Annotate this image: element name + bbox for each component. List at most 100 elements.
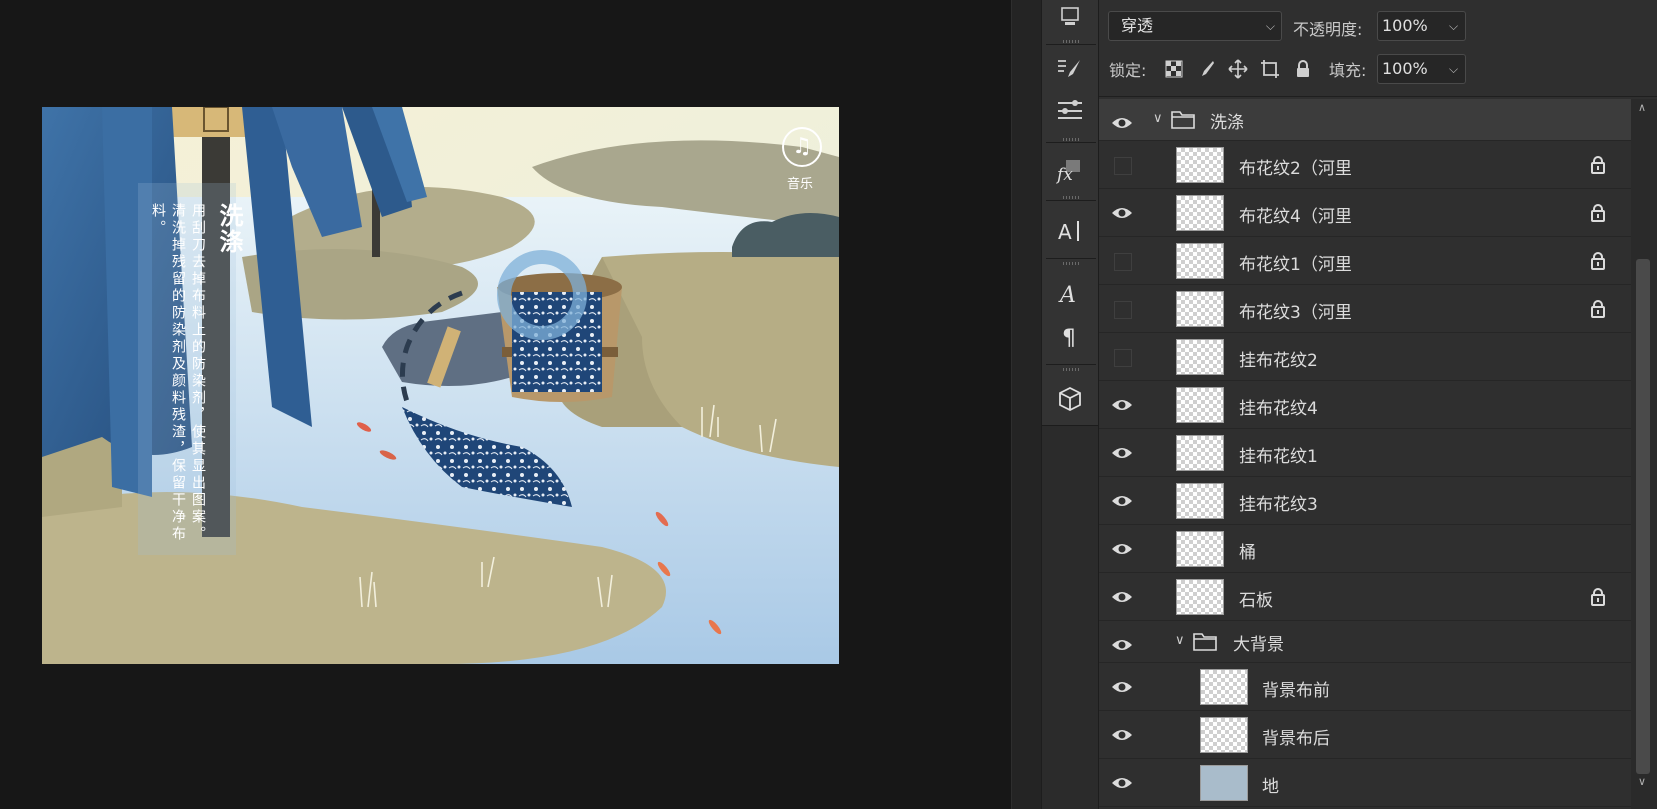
chevron-down-icon[interactable]: ∨ — [1153, 111, 1163, 126]
layer-name: 挂布花纹4 — [1239, 399, 1318, 419]
eye-icon[interactable] — [1111, 773, 1133, 793]
layer-row[interactable]: 挂布花纹3 — [1099, 477, 1631, 525]
layer-thumbnail — [1176, 339, 1224, 375]
panel-gutter — [1011, 0, 1041, 809]
layer-list[interactable]: ∨ 洗涤 布花纹2（河里 布花纹4（河里 布花纹1（河里 布花纹3（河里 挂布花… — [1099, 99, 1631, 809]
layer-row[interactable]: 挂布花纹4 — [1099, 381, 1631, 429]
layer-thumbnail — [1176, 243, 1224, 279]
layer-name: 桶 — [1239, 543, 1256, 563]
lock-artboard-icon[interactable] — [1259, 58, 1281, 80]
layer-row[interactable]: 布花纹2（河里 — [1099, 141, 1631, 189]
panel-grip[interactable] — [1063, 196, 1079, 199]
lock-icon — [1591, 204, 1605, 222]
lock-icon — [1591, 588, 1605, 606]
layer-name: 挂布花纹3 — [1239, 495, 1318, 515]
eye-icon[interactable] — [1111, 113, 1133, 133]
folder-icon — [1193, 633, 1217, 651]
layer-thumbnail — [1176, 387, 1224, 423]
opacity-input[interactable]: 100% — [1377, 11, 1443, 41]
eye-icon[interactable] — [1111, 725, 1133, 745]
layer-row[interactable]: 挂布花纹2 — [1099, 333, 1631, 381]
eye-icon[interactable] — [1111, 677, 1133, 697]
music-note-icon[interactable]: ♫ — [782, 127, 822, 167]
folder-icon — [1171, 111, 1195, 129]
layer-thumbnail — [1176, 579, 1224, 615]
artwork-canvas[interactable]: 洗涤 用刮刀去掉布料上的防染剂，使其显出图案。清洗掉残留的防染剂及颜料残渣，保留… — [42, 107, 839, 664]
visibility-toggle-off[interactable] — [1114, 253, 1132, 271]
layer-thumbnail — [1176, 483, 1224, 519]
lock-icon — [1591, 156, 1605, 174]
panel-grip[interactable] — [1063, 40, 1079, 43]
panel-toolstrip: fx A A ¶ — [1041, 0, 1099, 809]
chevron-down-icon: ⌵ — [1265, 19, 1275, 33]
paragraph-panel-icon[interactable]: ¶ — [1053, 320, 1087, 354]
lock-icon — [1591, 252, 1605, 270]
toolstrip-divider — [1046, 364, 1096, 365]
toolstrip-divider — [1046, 44, 1096, 45]
svg-text:A: A — [1058, 220, 1072, 244]
layer-name: 布花纹4（河里 — [1239, 207, 1352, 227]
panel-grip[interactable] — [1063, 368, 1079, 371]
lock-position-icon[interactable] — [1227, 58, 1249, 80]
scroll-down-arrow-icon[interactable]: ∨ — [1638, 775, 1646, 788]
layer-row[interactable]: 布花纹4（河里 — [1099, 189, 1631, 237]
opacity-dropdown-button[interactable]: ⌵ — [1442, 11, 1466, 41]
layer-name: 布花纹3（河里 — [1239, 303, 1352, 323]
layer-row[interactable]: 背景布后 — [1099, 711, 1631, 759]
opacity-label: 不透明度: — [1293, 20, 1363, 39]
layer-name: 布花纹2（河里 — [1239, 159, 1352, 179]
layer-name: 布花纹1（河里 — [1239, 255, 1352, 275]
glyphs-panel-icon[interactable]: A — [1053, 276, 1087, 310]
panel-grip[interactable] — [1063, 138, 1079, 141]
layer-row[interactable]: 桶 — [1099, 525, 1631, 573]
layers-scrollbar[interactable]: ∧ ∨ — [1631, 99, 1657, 809]
visibility-toggle-off[interactable] — [1114, 349, 1132, 367]
lock-image-pixels-icon[interactable] — [1195, 58, 1217, 80]
eye-icon[interactable] — [1111, 491, 1133, 511]
eye-icon[interactable] — [1111, 395, 1133, 415]
scroll-up-arrow-icon[interactable]: ∧ — [1638, 101, 1646, 114]
fill-label: 填充: — [1329, 61, 1367, 80]
eye-icon[interactable] — [1111, 587, 1133, 607]
layer-thumbnail — [1176, 435, 1224, 471]
visibility-toggle-off[interactable] — [1114, 301, 1132, 319]
layer-thumbnail — [1176, 291, 1224, 327]
lock-label: 锁定: — [1109, 61, 1147, 80]
layer-row[interactable]: 地 — [1099, 759, 1631, 807]
artwork-title: 洗涤 — [215, 203, 243, 255]
layer-group-row[interactable]: ∨ 大背景 — [1099, 621, 1631, 663]
layer-row[interactable]: 挂布花纹1 — [1099, 429, 1631, 477]
eye-icon[interactable] — [1111, 635, 1133, 655]
adjustments-icon[interactable] — [1053, 92, 1087, 126]
panel-grip[interactable] — [1063, 262, 1079, 265]
lock-all-icon[interactable] — [1292, 58, 1314, 80]
fill-dropdown-button[interactable]: ⌵ — [1442, 54, 1466, 84]
brush-settings-icon[interactable] — [1053, 52, 1087, 86]
layer-name: 洗涤 — [1210, 113, 1244, 133]
fill-input[interactable]: 100% — [1377, 54, 1443, 84]
chevron-down-icon[interactable]: ∨ — [1175, 633, 1185, 648]
canvas-workspace[interactable]: 洗涤 用刮刀去掉布料上的防染剂，使其显出图案。清洗掉残留的防染剂及颜料残渣，保留… — [0, 0, 1011, 809]
layer-row[interactable]: 布花纹1（河里 — [1099, 237, 1631, 285]
lock-transparent-pixels-icon[interactable] — [1163, 58, 1185, 80]
layer-row[interactable]: 布花纹3（河里 — [1099, 285, 1631, 333]
visibility-toggle-off[interactable] — [1114, 157, 1132, 175]
eye-icon[interactable] — [1111, 203, 1133, 223]
layer-row[interactable]: 背景布前 — [1099, 663, 1631, 711]
fill-value: 100% — [1382, 59, 1428, 78]
layer-name: 石板 — [1239, 591, 1273, 611]
layer-group-row[interactable]: ∨ 洗涤 — [1099, 99, 1631, 141]
lock-icon — [1591, 300, 1605, 318]
layer-style-fx-icon[interactable]: fx — [1053, 154, 1087, 188]
eye-icon[interactable] — [1111, 539, 1133, 559]
layer-row[interactable]: 石板 — [1099, 573, 1631, 621]
layer-thumbnail — [1176, 195, 1224, 231]
3d-panel-icon[interactable] — [1053, 382, 1087, 416]
scrollbar-thumb[interactable] — [1636, 259, 1650, 774]
properties-panel-icon[interactable] — [1053, 0, 1087, 34]
panel-divider — [1099, 96, 1657, 97]
layer-name: 地 — [1262, 777, 1279, 797]
eye-icon[interactable] — [1111, 443, 1133, 463]
character-panel-icon[interactable]: A — [1053, 214, 1087, 248]
blend-mode-dropdown[interactable]: 穿透 ⌵ — [1108, 11, 1282, 41]
